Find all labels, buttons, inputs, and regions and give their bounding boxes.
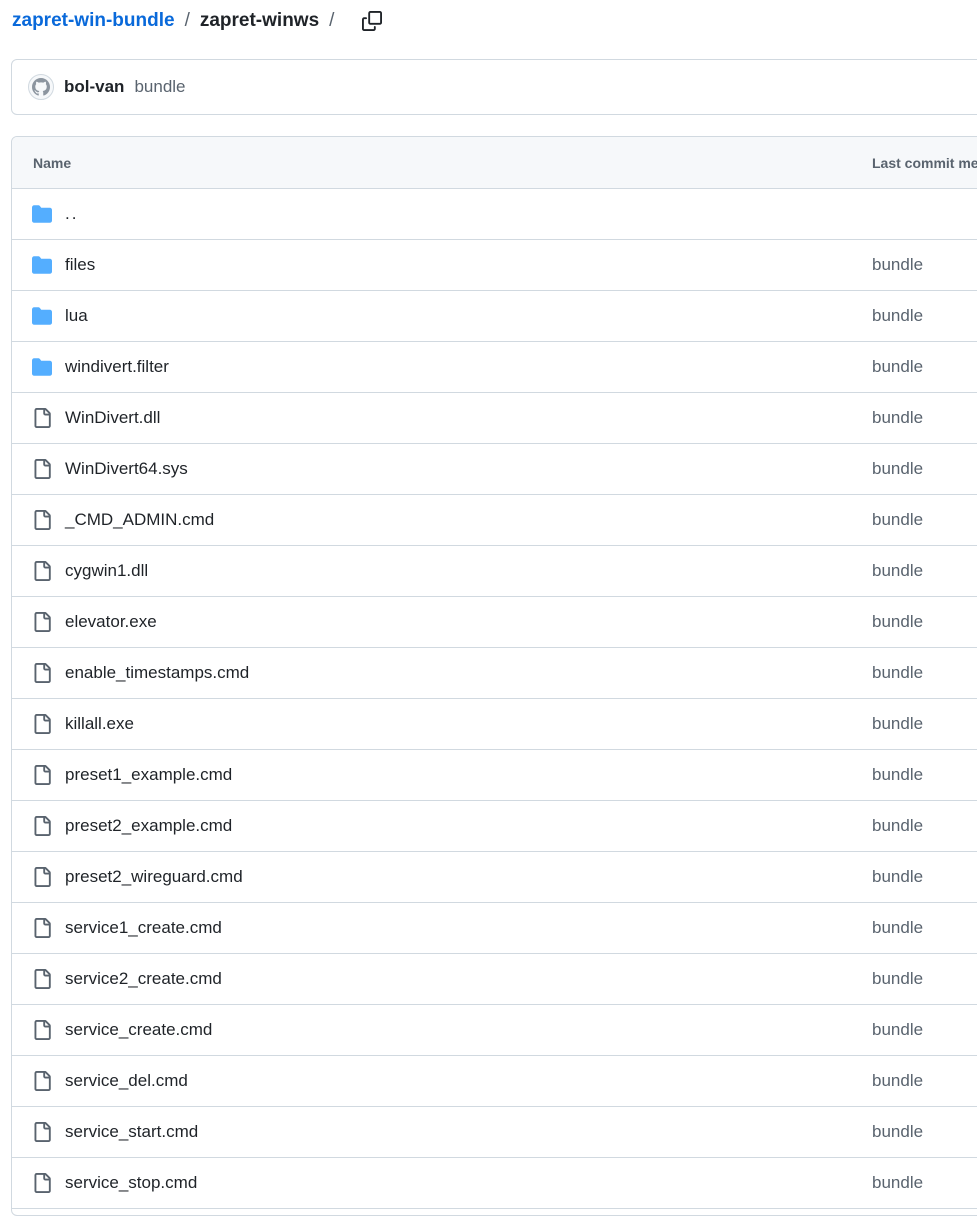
last-commit-message[interactable]: bundle <box>872 612 923 632</box>
file-link[interactable]: _CMD_ADMIN.cmd <box>65 510 214 530</box>
last-commit-message[interactable]: bundle <box>872 561 923 581</box>
breadcrumb-repo-link[interactable]: zapret-win-bundle <box>12 10 175 32</box>
folder-link[interactable]: windivert.filter <box>65 357 169 377</box>
column-header-last-commit: Last commit me <box>872 154 977 171</box>
file-icon <box>32 714 52 734</box>
folder-icon <box>32 306 52 326</box>
table-row[interactable]: service2_create.cmd bundle <box>12 954 977 1005</box>
last-commit-message[interactable]: bundle <box>872 510 923 530</box>
folder-icon <box>32 255 52 275</box>
parent-directory-link[interactable]: .. <box>65 204 78 224</box>
last-commit-message[interactable]: bundle <box>872 255 923 275</box>
file-icon <box>32 969 52 989</box>
table-row[interactable]: lua bundle <box>12 291 977 342</box>
file-icon <box>32 612 52 632</box>
file-icon <box>32 765 52 785</box>
last-commit-message[interactable]: bundle <box>872 765 923 785</box>
author-avatar[interactable] <box>28 74 54 100</box>
file-icon <box>32 663 52 683</box>
table-row[interactable]: _CMD_ADMIN.cmd bundle <box>12 495 977 546</box>
commit-author[interactable]: bol-van <box>64 77 124 97</box>
table-row[interactable]: enable_timestamps.cmd bundle <box>12 648 977 699</box>
table-row[interactable]: service1_create.cmd bundle <box>12 903 977 954</box>
file-link[interactable]: killall.exe <box>65 714 134 734</box>
breadcrumb-trailing-separator: / <box>329 10 335 31</box>
last-commit-message[interactable]: bundle <box>872 714 923 734</box>
table-row[interactable]: elevator.exe bundle <box>12 597 977 648</box>
file-link[interactable]: enable_timestamps.cmd <box>65 663 249 683</box>
breadcrumb-separator: / <box>184 10 190 31</box>
table-header: Name Last commit me <box>12 137 977 189</box>
table-row[interactable]: WinDivert.dll bundle <box>12 393 977 444</box>
table-row[interactable]: files bundle <box>12 240 977 291</box>
table-row[interactable]: service_create.cmd bundle <box>12 1005 977 1056</box>
file-icon <box>32 510 52 530</box>
file-link[interactable]: preset2_example.cmd <box>65 816 232 836</box>
last-commit-message[interactable]: bundle <box>872 969 923 989</box>
file-icon <box>32 867 52 887</box>
file-link[interactable]: preset2_wireguard.cmd <box>65 867 243 887</box>
commit-message[interactable]: bundle <box>134 77 185 97</box>
breadcrumb: zapret-win-bundle / zapret-winws / <box>12 7 386 35</box>
last-commit-message[interactable]: bundle <box>872 1071 923 1091</box>
file-link[interactable]: service_del.cmd <box>65 1071 188 1091</box>
table-row[interactable]: cygwin1.dll bundle <box>12 546 977 597</box>
last-commit-message[interactable]: bundle <box>872 918 923 938</box>
file-icon <box>32 816 52 836</box>
file-icon <box>32 918 52 938</box>
table-row[interactable]: WinDivert64.sys bundle <box>12 444 977 495</box>
file-icon <box>32 408 52 428</box>
last-commit-message[interactable]: bundle <box>872 816 923 836</box>
table-row[interactable]: preset1_example.cmd bundle <box>12 750 977 801</box>
table-row[interactable]: killall.exe bundle <box>12 699 977 750</box>
column-header-name: Name <box>33 154 72 171</box>
file-link[interactable]: service_stop.cmd <box>65 1173 197 1193</box>
file-icon <box>32 1071 52 1091</box>
file-icon <box>32 459 52 479</box>
table-row[interactable]: service_stop.cmd bundle <box>12 1158 977 1209</box>
last-commit-message[interactable]: bundle <box>872 357 923 377</box>
file-icon <box>32 1122 52 1142</box>
file-link[interactable]: service_start.cmd <box>65 1122 198 1142</box>
folder-link[interactable]: files <box>65 255 95 275</box>
file-link[interactable]: service2_create.cmd <box>65 969 222 989</box>
file-link[interactable]: service_create.cmd <box>65 1020 212 1040</box>
file-icon <box>32 1173 52 1193</box>
file-icon <box>32 561 52 581</box>
table-row[interactable]: service_start.cmd bundle <box>12 1107 977 1158</box>
table-row[interactable]: preset2_wireguard.cmd bundle <box>12 852 977 903</box>
parent-directory-row[interactable]: .. <box>12 189 977 240</box>
copy-icon <box>362 11 383 31</box>
last-commit-message[interactable]: bundle <box>872 306 923 326</box>
table-row[interactable]: windivert.filter bundle <box>12 342 977 393</box>
file-link[interactable]: preset1_example.cmd <box>65 765 232 785</box>
folder-icon <box>32 204 52 224</box>
file-link[interactable]: elevator.exe <box>65 612 157 632</box>
file-table: Name Last commit me .. files bundle lua bun… <box>11 136 977 1216</box>
file-link[interactable]: WinDivert64.sys <box>65 459 188 479</box>
folder-icon <box>32 357 52 377</box>
folder-link[interactable]: lua <box>65 306 88 326</box>
file-link[interactable]: cygwin1.dll <box>65 561 148 581</box>
last-commit-message[interactable]: bundle <box>872 663 923 683</box>
last-commit-message[interactable]: bundle <box>872 1020 923 1040</box>
table-row[interactable]: preset2_example.cmd bundle <box>12 801 977 852</box>
last-commit-message[interactable]: bundle <box>872 408 923 428</box>
copy-path-button[interactable] <box>358 7 386 35</box>
file-link[interactable]: service1_create.cmd <box>65 918 222 938</box>
last-commit-message[interactable]: bundle <box>872 867 923 887</box>
github-avatar-icon <box>32 78 50 96</box>
last-commit-message[interactable]: bundle <box>872 1122 923 1142</box>
breadcrumb-current-folder: zapret-winws <box>199 10 320 31</box>
latest-commit-bar: bol-van bundle <box>11 59 977 115</box>
file-icon <box>32 1020 52 1040</box>
table-row[interactable]: service_del.cmd bundle <box>12 1056 977 1107</box>
last-commit-message[interactable]: bundle <box>872 1173 923 1193</box>
file-link[interactable]: WinDivert.dll <box>65 408 160 428</box>
last-commit-message[interactable]: bundle <box>872 459 923 479</box>
